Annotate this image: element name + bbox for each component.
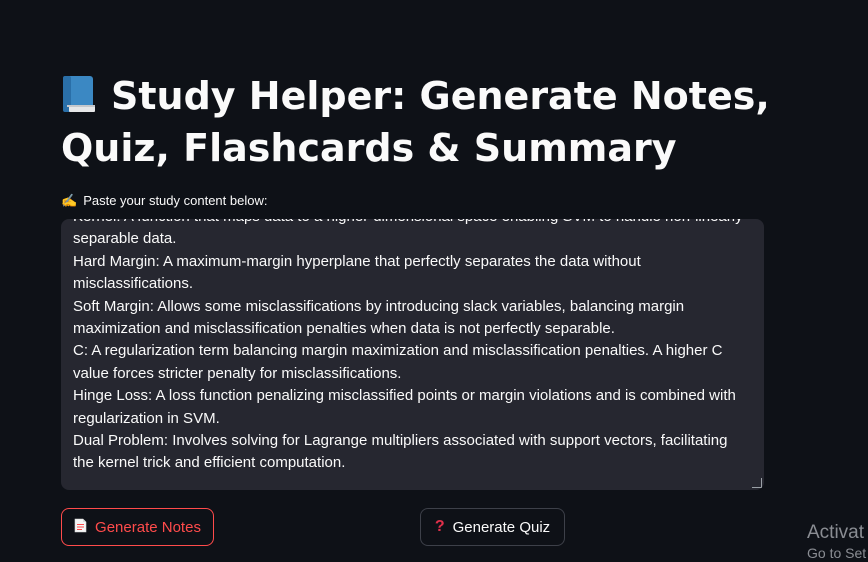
page-icon xyxy=(74,518,87,536)
textarea-line: C: A regularization term balancing margi… xyxy=(73,342,727,382)
textarea-line: Hard Margin: A maximum-margin hyperplane… xyxy=(73,252,645,293)
blue-book-icon xyxy=(61,74,97,114)
textarea-line: Kernel: A function that maps data to a h… xyxy=(73,219,743,248)
content-input-label: ✍ Paste your study content below: xyxy=(61,193,268,208)
textarea-text[interactable]: Kernel: A function that maps data to a h… xyxy=(73,219,746,475)
textarea-line: Dual Problem: Involves solving for Lagra… xyxy=(73,432,732,472)
writing-hand-icon: ✍ xyxy=(61,193,78,208)
generate-quiz-button[interactable]: ? Generate Quiz xyxy=(420,508,565,546)
generate-notes-button[interactable]: Generate Notes xyxy=(61,508,214,546)
textarea-line: Hinge Loss: A loss function penalizing m… xyxy=(73,387,741,427)
page-title: Study Helper: Generate Notes, Quiz, Flas… xyxy=(61,70,781,174)
windows-activation-watermark: Activat Go to Set xyxy=(807,522,866,562)
resize-handle[interactable] xyxy=(752,478,762,488)
study-content-textarea[interactable]: Kernel: A function that maps data to a h… xyxy=(61,219,764,490)
question-mark-icon: ? xyxy=(434,518,445,535)
page-title-text: Study Helper: Generate Notes, Quiz, Flas… xyxy=(61,74,770,170)
textarea-line: Soft Margin: Allows some misclassificati… xyxy=(73,297,689,338)
watermark-line-1: Activat xyxy=(807,522,865,543)
watermark-line-2: Go to Set xyxy=(807,545,867,561)
